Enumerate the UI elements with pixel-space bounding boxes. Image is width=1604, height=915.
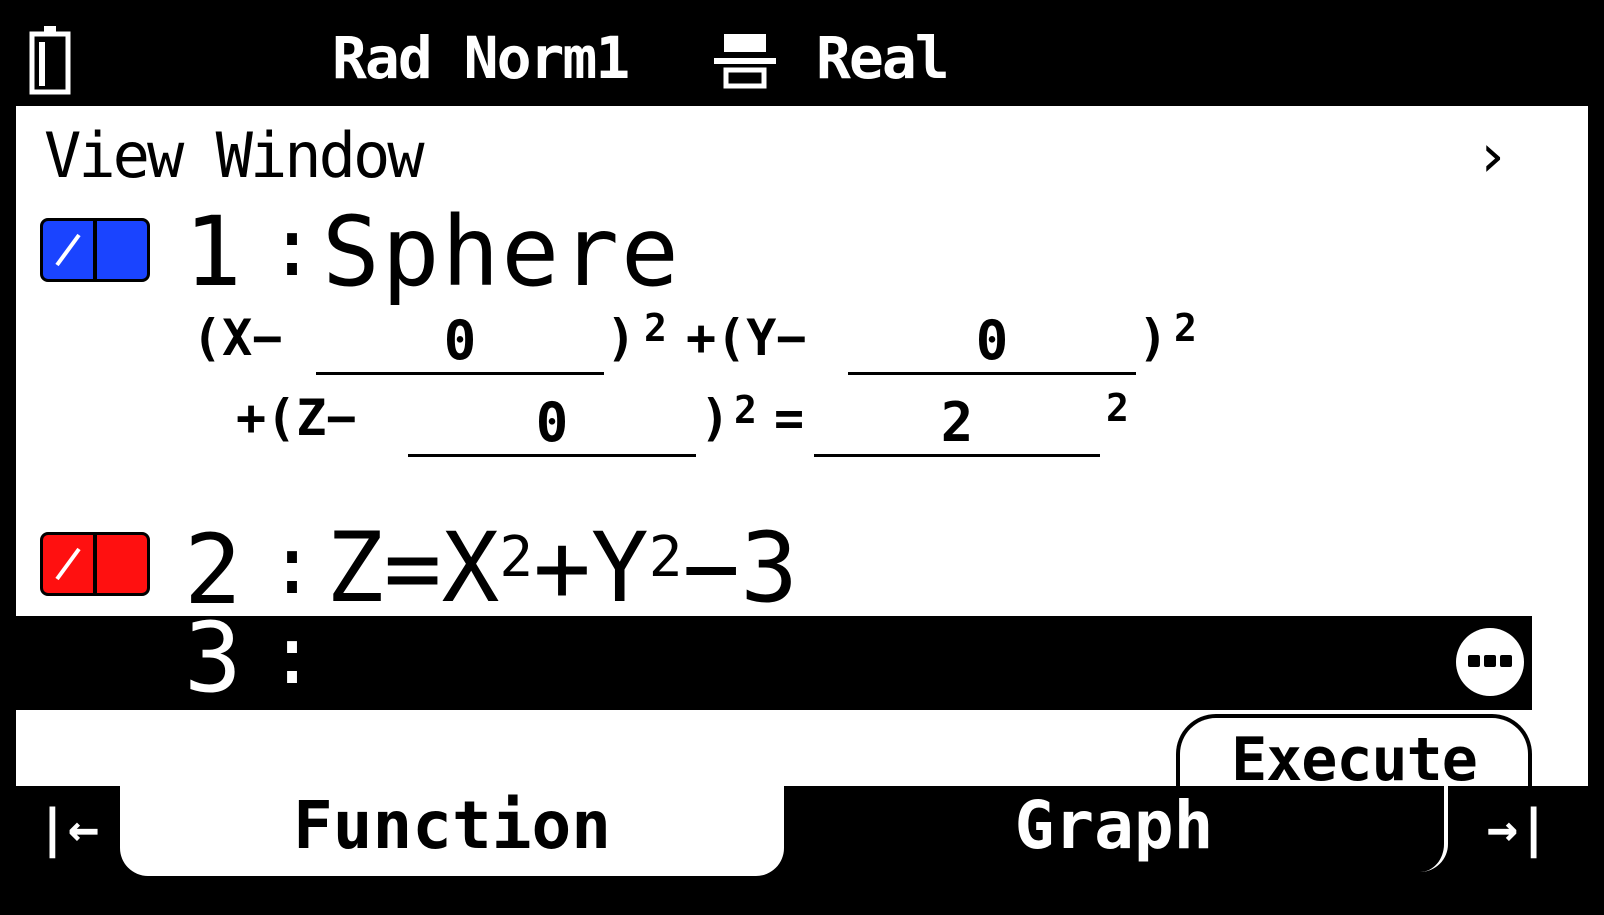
execute-button[interactable]: Execute [1176, 714, 1532, 795]
eq-part: ) [1138, 309, 1169, 367]
fraction-format-icon [714, 34, 776, 89]
angle-display-mode: Rad Norm1 [332, 24, 630, 92]
eq-part: ) [700, 389, 731, 447]
eq-part: (X− [192, 309, 283, 367]
battery-icon [29, 26, 71, 95]
function-colon-2: : [268, 519, 317, 612]
expr-part: +Y [533, 512, 649, 624]
exponent: 2 [648, 525, 683, 590]
graph-color-icon-1[interactable] [40, 218, 150, 282]
function-row-3-selected[interactable]: 3 : [16, 609, 1532, 710]
exponent: 2 [734, 388, 757, 432]
radius-field[interactable]: 2 [814, 392, 1100, 457]
exponent: 2 [499, 525, 534, 590]
status-bar: Rad Norm1 Real [16, 14, 1588, 106]
function-expression-2[interactable]: Z=X2+Y2−3 [326, 520, 798, 616]
function-index-3: 3 [184, 602, 242, 714]
function-colon-1: : [268, 201, 317, 294]
page-title[interactable]: View Window [44, 120, 425, 192]
eq-part: +(Z− [236, 389, 357, 447]
exponent: 2 [1174, 306, 1197, 350]
eq-part: ) [606, 309, 637, 367]
y-center-field[interactable]: 0 [848, 310, 1136, 375]
more-options-icon[interactable] [1456, 628, 1524, 696]
tab-graph[interactable]: Graph [784, 786, 1448, 872]
tab-function[interactable]: Function [120, 786, 784, 876]
chevron-right-icon[interactable]: › [1474, 120, 1510, 192]
exponent: 2 [644, 306, 667, 350]
eq-part: = [774, 389, 805, 447]
eq-part: +(Y− [686, 309, 807, 367]
expr-part: Z=X [326, 512, 500, 624]
function-colon-3: : [268, 609, 317, 702]
expr-part: −3 [682, 512, 799, 624]
tab-scroll-right-icon[interactable]: →| [1448, 786, 1588, 872]
exponent: 2 [1106, 386, 1129, 430]
z-center-field[interactable]: 0 [408, 392, 696, 457]
function-index-1: 1 [184, 196, 242, 308]
x-center-field[interactable]: 0 [316, 310, 604, 375]
complex-mode: Real [816, 24, 950, 92]
tab-scroll-left-icon[interactable]: |← [16, 786, 120, 872]
bottom-tab-bar: |← Function Graph →| [16, 786, 1588, 903]
calculator-screen: Rad Norm1 Real View Window › 1 : Sphere … [16, 14, 1588, 903]
function-title-sphere[interactable]: Sphere [322, 204, 681, 300]
graph-color-icon-2[interactable] [40, 532, 150, 596]
